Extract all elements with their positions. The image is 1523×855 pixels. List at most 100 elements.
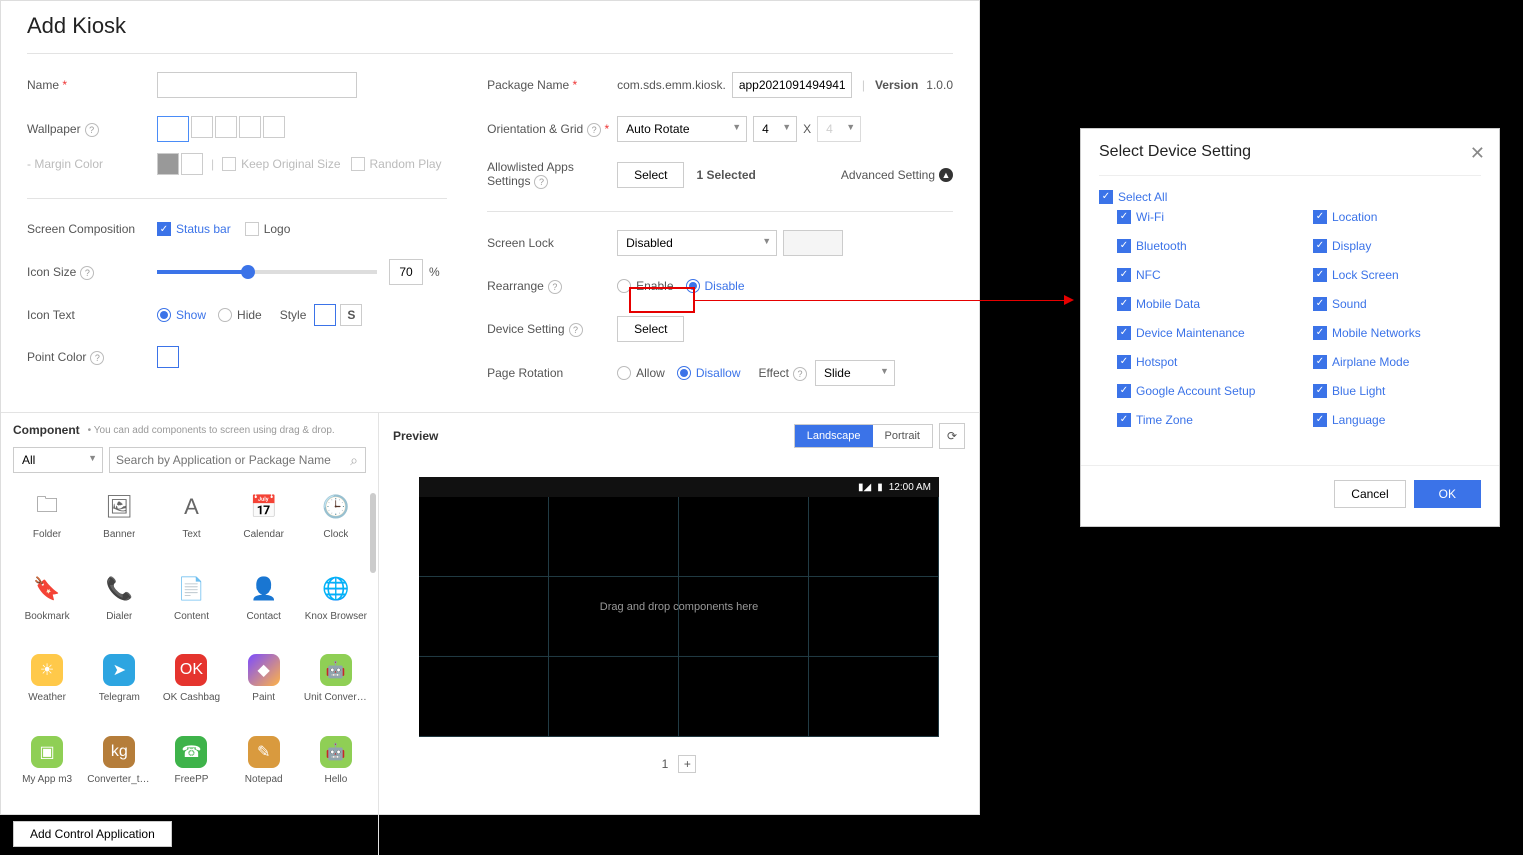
cancel-button[interactable]: Cancel [1334, 480, 1405, 508]
keep-original-checkbox[interactable]: Keep Original Size [222, 157, 340, 171]
icon-size-slider[interactable] [157, 270, 377, 274]
logo-checkbox[interactable]: Logo [245, 222, 291, 236]
landscape-tab[interactable]: Landscape [795, 425, 873, 447]
battery-icon: ▮ [877, 482, 883, 493]
help-icon[interactable]: ? [85, 123, 99, 137]
device-setting-checkbox[interactable]: Airplane Mode [1313, 355, 1481, 369]
help-icon[interactable]: ? [534, 175, 548, 189]
device-setting-select-button[interactable]: Select [617, 316, 684, 342]
margin-color-swatch[interactable] [157, 153, 179, 175]
screen-composition-label: Screen Composition [27, 222, 157, 236]
component-item[interactable]: AText [157, 487, 225, 565]
page-rotation-disallow[interactable]: Disallow [677, 366, 741, 380]
component-item[interactable]: 🕒Clock [302, 487, 370, 565]
help-icon[interactable]: ? [548, 280, 562, 294]
orientation-label: Orientation & Grid? [487, 122, 617, 137]
name-input[interactable] [157, 72, 357, 98]
component-item[interactable]: 📄Content [157, 569, 225, 647]
device-setting-checkbox[interactable]: Device Maintenance [1117, 326, 1285, 340]
select-all-checkbox[interactable]: Select All [1099, 190, 1167, 204]
component-item[interactable]: ➤Telegram [85, 650, 153, 728]
portrait-tab[interactable]: Portrait [873, 425, 932, 447]
device-setting-checkbox[interactable]: Bluetooth [1117, 239, 1285, 253]
component-item[interactable]: 🗀Folder [13, 487, 81, 565]
screen-lock-label: Screen Lock [487, 236, 617, 250]
style-color[interactable] [314, 304, 336, 326]
device-setting-checkbox[interactable]: Google Account Setup [1117, 384, 1285, 398]
device-setting-checkbox[interactable]: Display [1313, 239, 1481, 253]
icon-size-value[interactable] [389, 259, 423, 285]
help-icon[interactable]: ? [80, 266, 94, 280]
add-control-button[interactable]: Add Control Application [13, 821, 172, 847]
help-icon[interactable]: ? [90, 351, 104, 365]
help-icon[interactable]: ? [569, 323, 583, 337]
margin-color-swatch2[interactable] [181, 153, 203, 175]
component-item[interactable]: ☀Weather [13, 650, 81, 728]
device-setting-checkbox[interactable]: Blue Light [1313, 384, 1481, 398]
device-setting-checkbox[interactable]: Wi-Fi [1117, 210, 1285, 224]
modal-title: Select Device Setting [1081, 129, 1499, 175]
device-setting-checkbox[interactable]: Hotspot [1117, 355, 1285, 369]
add-page-button[interactable]: + [678, 755, 696, 773]
screen-lock-value-input [783, 230, 843, 256]
component-item[interactable]: 🌐Knox Browser [302, 569, 370, 647]
component-item[interactable]: 🔖Bookmark [13, 569, 81, 647]
component-item[interactable]: 🤖Hello [302, 732, 370, 810]
component-item[interactable]: kgConverter_te... [85, 732, 153, 810]
orientation-select[interactable]: Auto Rotate [617, 116, 747, 142]
screen-lock-select[interactable]: Disabled [617, 230, 777, 256]
component-item[interactable]: ▣My App m3 [13, 732, 81, 810]
device-setting-checkbox[interactable]: Mobile Data [1117, 297, 1285, 311]
package-name-input[interactable] [732, 72, 852, 98]
component-item[interactable]: ◆Paint [230, 650, 298, 728]
random-play-checkbox[interactable]: Random Play [351, 157, 442, 171]
allowlisted-label: Allowlisted Apps Settings? [487, 160, 617, 189]
device-setting-checkbox[interactable]: NFC [1117, 268, 1285, 282]
preview-screen[interactable]: ▮◢ ▮ 12:00 AM Drag and drop components h… [419, 477, 939, 737]
component-item[interactable]: OKOK Cashbag [157, 650, 225, 728]
grid-cols-select[interactable]: 4 [753, 116, 797, 142]
annotation-arrow [1064, 295, 1074, 305]
component-filter-select[interactable]: All [13, 447, 103, 473]
help-icon[interactable]: ? [793, 367, 807, 381]
package-prefix: com.sds.emm.kiosk. [617, 78, 726, 92]
effect-label: Effect? [759, 366, 807, 381]
allowlisted-select-button[interactable]: Select [617, 162, 684, 188]
wallpaper-swatches[interactable] [157, 116, 285, 142]
version-label: Version [875, 78, 918, 92]
icon-size-label: Icon Size? [27, 265, 157, 280]
style-shadow[interactable]: S [340, 304, 362, 326]
package-name-label: Package Name [487, 78, 617, 92]
component-item[interactable]: 🖼Banner [85, 487, 153, 565]
version-value: 1.0.0 [926, 78, 953, 92]
device-setting-checkbox[interactable]: Lock Screen [1313, 268, 1481, 282]
device-setting-label: Device Setting? [487, 322, 617, 337]
device-setting-checkbox[interactable]: Sound [1313, 297, 1481, 311]
device-setting-checkbox[interactable]: Location [1313, 210, 1481, 224]
orientation-toggle[interactable]: Landscape Portrait [794, 424, 933, 448]
page-rotation-allow[interactable]: Allow [617, 366, 665, 380]
scrollbar[interactable] [370, 493, 376, 573]
close-icon[interactable]: ✕ [1470, 143, 1485, 164]
device-setting-checkbox[interactable]: Language [1313, 413, 1481, 427]
effect-select[interactable]: Slide [815, 360, 895, 386]
device-setting-checkbox[interactable]: Mobile Networks [1313, 326, 1481, 340]
refresh-button[interactable]: ⟳ [939, 423, 965, 449]
allowlisted-count: 1 Selected [696, 168, 755, 182]
ok-button[interactable]: OK [1414, 480, 1481, 508]
status-bar-checkbox[interactable]: Status bar [157, 222, 231, 236]
icon-text-hide[interactable]: Hide [218, 308, 262, 322]
point-color-swatch[interactable] [157, 346, 179, 368]
component-item[interactable]: ☎FreePP [157, 732, 225, 810]
component-item[interactable]: 👤Contact [230, 569, 298, 647]
icon-text-show[interactable]: Show [157, 308, 206, 322]
help-icon[interactable]: ? [587, 123, 601, 137]
search-icon[interactable]: ⌕ [350, 452, 358, 469]
component-item[interactable]: ✎Notepad [230, 732, 298, 810]
device-setting-checkbox[interactable]: Time Zone [1117, 413, 1285, 427]
component-item[interactable]: 📅Calendar [230, 487, 298, 565]
advanced-setting-toggle[interactable]: Advanced Setting▲ [841, 168, 953, 182]
component-item[interactable]: 📞Dialer [85, 569, 153, 647]
component-search-input[interactable] [109, 447, 366, 473]
component-item[interactable]: 🤖Unit Converter [302, 650, 370, 728]
